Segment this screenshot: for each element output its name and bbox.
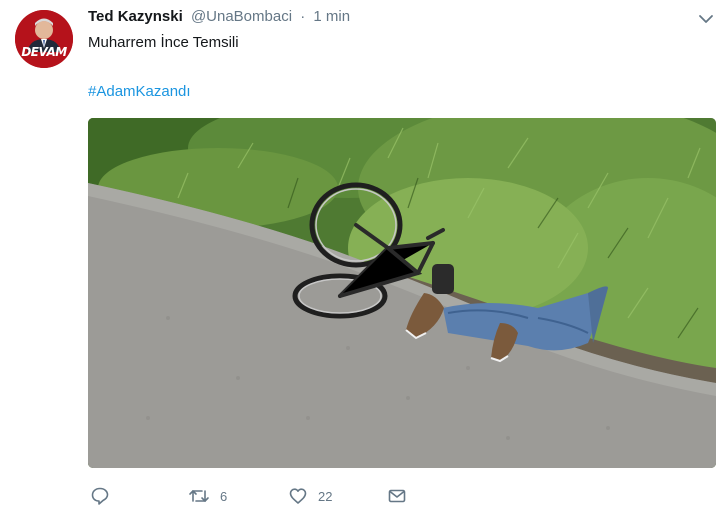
like-count: 22 — [318, 488, 333, 504]
author-display-name[interactable]: Ted Kazynski — [88, 8, 183, 25]
retweet-count: 6 — [220, 488, 228, 504]
reply-button[interactable] — [90, 484, 110, 508]
reply-icon — [91, 487, 109, 505]
header-separator: · — [300, 8, 306, 25]
photo-cyclist-on-path — [88, 118, 716, 468]
direct-message-button[interactable] — [387, 484, 407, 508]
heart-icon — [289, 488, 307, 504]
tweet-actions: 6 22 — [88, 484, 708, 508]
avatar-logo: DEVAM — [21, 45, 67, 59]
tweet-timestamp[interactable]: 1 min — [313, 8, 350, 25]
like-button[interactable]: 22 — [288, 484, 332, 508]
chevron-down-icon[interactable] — [698, 12, 714, 24]
retweet-button[interactable]: 6 — [188, 484, 227, 508]
author-handle[interactable]: @UnaBombaci — [191, 8, 292, 25]
envelope-icon — [388, 489, 406, 503]
avatar-image — [15, 10, 73, 68]
tweet-photo[interactable] — [88, 118, 716, 468]
retweet-icon — [189, 490, 209, 502]
tweet-header: Ted Kazynski @UnaBombaci · 1 min — [88, 8, 350, 28]
hashtag-link[interactable]: #AdamKazandı — [88, 82, 191, 102]
author-avatar[interactable]: DEVAM — [15, 10, 73, 68]
tweet-text: Muharrem İnce Temsili — [88, 34, 239, 51]
tweet-card: DEVAM Ted Kazynski @UnaBombaci · 1 min M… — [0, 0, 728, 516]
